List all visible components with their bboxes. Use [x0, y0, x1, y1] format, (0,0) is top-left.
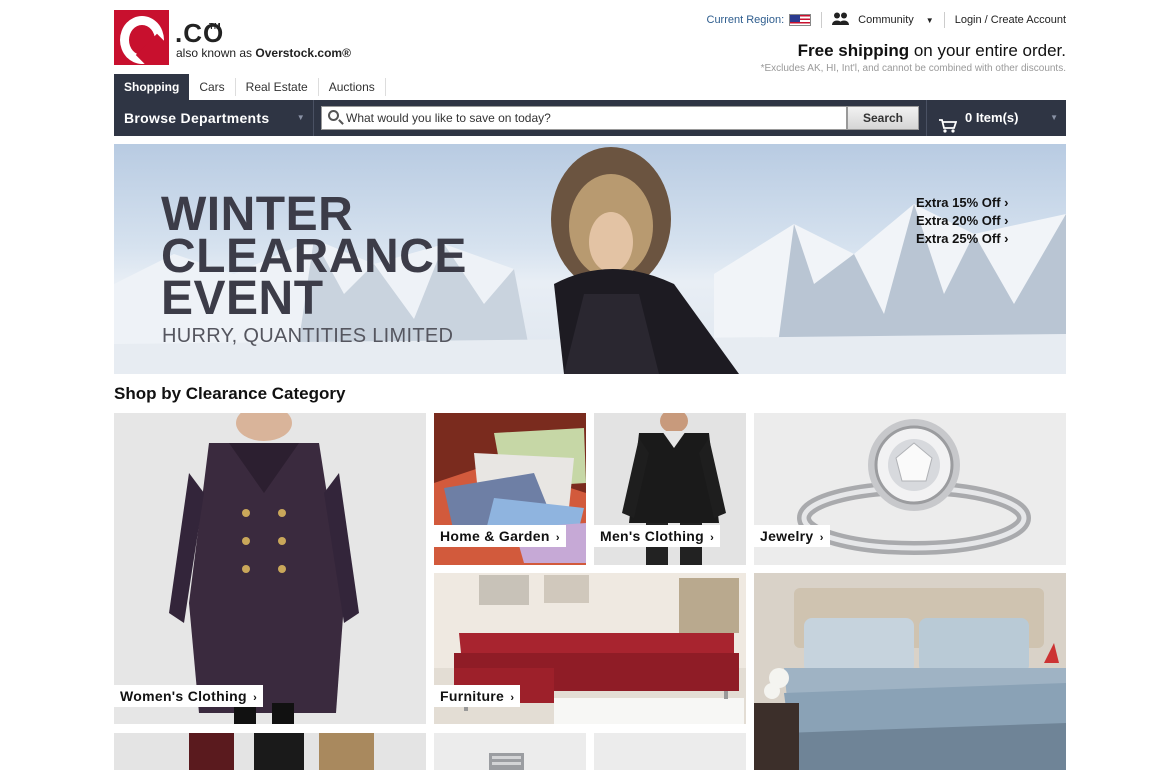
utility-bar: Current Region: Community ▼ Login / Crea…: [706, 12, 1066, 28]
chevron-right-icon: ›: [819, 532, 824, 544]
tab-real-estate[interactable]: Real Estate: [236, 78, 319, 96]
category-tile-furniture[interactable]: Furniture ›: [434, 573, 746, 724]
chevron-down-icon[interactable]: ▼: [926, 16, 934, 25]
brand-trademark: TM: [209, 22, 221, 31]
free-shipping-banner: Free shipping on your entire order.: [798, 41, 1066, 61]
watch-image: [489, 753, 524, 770]
winter-clearance-hero-banner[interactable]: WINTER CLEARANCE EVENT HURRY, QUANTITIES…: [114, 144, 1066, 374]
category-tile-jewelry[interactable]: Jewelry ›: [754, 413, 1066, 565]
womens-coat-image: [169, 413, 359, 724]
hero-offer-links: Extra 15% Off › Extra 20% Off › Extra 25…: [916, 194, 1009, 248]
chevron-right-icon: ›: [253, 692, 258, 704]
category-label: Jewelry ›: [754, 525, 830, 547]
chevron-right-icon: ›: [1004, 231, 1009, 246]
free-shipping-bold: Free shipping: [797, 41, 910, 60]
offer-link-20[interactable]: Extra 20% Off ›: [916, 212, 1009, 230]
login-link[interactable]: Login / Create Account: [955, 14, 1066, 26]
category-label: Furniture ›: [434, 685, 521, 707]
hero-title: WINTER CLEARANCE EVENT: [161, 191, 467, 325]
chevron-right-icon: ›: [1004, 213, 1009, 228]
shipping-exclusion-note: *Excludes AK, HI, Int'l, and cannot be c…: [760, 63, 1066, 74]
hero-subtitle: HURRY, QUANTITIES LIMITED: [162, 325, 454, 347]
offer-link-25[interactable]: Extra 25% Off ›: [916, 230, 1009, 248]
us-flag-icon[interactable]: [789, 14, 812, 26]
aka-name: Overstock.com®: [255, 46, 351, 60]
browse-departments-menu[interactable]: Browse Departments ▼: [114, 100, 314, 136]
category-label: Home & Garden ›: [434, 525, 566, 547]
overstock-logo[interactable]: [114, 10, 169, 65]
chevron-right-icon: ›: [710, 532, 715, 544]
chevron-down-icon: ▼: [1050, 113, 1058, 122]
aka-prefix: also known as: [176, 46, 253, 60]
category-tile-partial[interactable]: [114, 733, 426, 770]
utility-divider: [821, 12, 823, 28]
current-region-label: Current Region:: [706, 14, 785, 26]
utility-divider: [943, 12, 945, 28]
category-tile-womens-clothing[interactable]: Women's Clothing ›: [114, 413, 426, 724]
section-title: Shop by Clearance Category: [114, 384, 346, 403]
community-link[interactable]: Community: [858, 14, 914, 26]
bedding-image: [754, 573, 1066, 770]
category-tile-bedding[interactable]: [754, 573, 1066, 770]
search-icon: [328, 110, 339, 121]
offer-link-15[interactable]: Extra 15% Off ›: [916, 194, 1009, 212]
category-tile-mens-clothing[interactable]: Men's Clothing ›: [594, 413, 746, 565]
chevron-right-icon: ›: [510, 692, 515, 704]
community-icon: [832, 12, 850, 28]
shoes-image: [189, 733, 374, 770]
search-box: [321, 106, 847, 130]
search-input[interactable]: [346, 109, 846, 127]
hero-title-line: EVENT: [161, 272, 324, 325]
cart-count-label: 0 Item(s): [965, 110, 1019, 125]
category-tile-home-garden[interactable]: Home & Garden ›: [434, 413, 586, 565]
category-tile-partial[interactable]: [434, 733, 586, 770]
category-label: Women's Clothing ›: [114, 685, 264, 707]
main-nav-bar: Browse Departments ▼ Search 0 Item(s) ▼: [114, 100, 1066, 136]
cart-icon: [939, 111, 958, 133]
browse-departments-label: Browse Departments: [124, 110, 270, 126]
brand-aka-text: also known as Overstock.com®: [176, 46, 351, 60]
category-tile-partial[interactable]: [594, 733, 746, 770]
search-button[interactable]: Search: [847, 106, 919, 130]
tab-cars[interactable]: Cars: [189, 78, 236, 96]
chevron-down-icon: ▼: [296, 113, 305, 122]
tab-auctions[interactable]: Auctions: [319, 78, 386, 96]
category-label: Men's Clothing ›: [594, 525, 721, 547]
free-shipping-rest: on your entire order.: [913, 41, 1066, 60]
chevron-right-icon: ›: [1004, 195, 1009, 210]
site-tabs: Shopping Cars Real Estate Auctions: [114, 74, 386, 100]
chevron-right-icon: ›: [555, 532, 560, 544]
cart-button[interactable]: 0 Item(s) ▼: [926, 100, 1066, 136]
tab-shopping[interactable]: Shopping: [114, 74, 190, 100]
